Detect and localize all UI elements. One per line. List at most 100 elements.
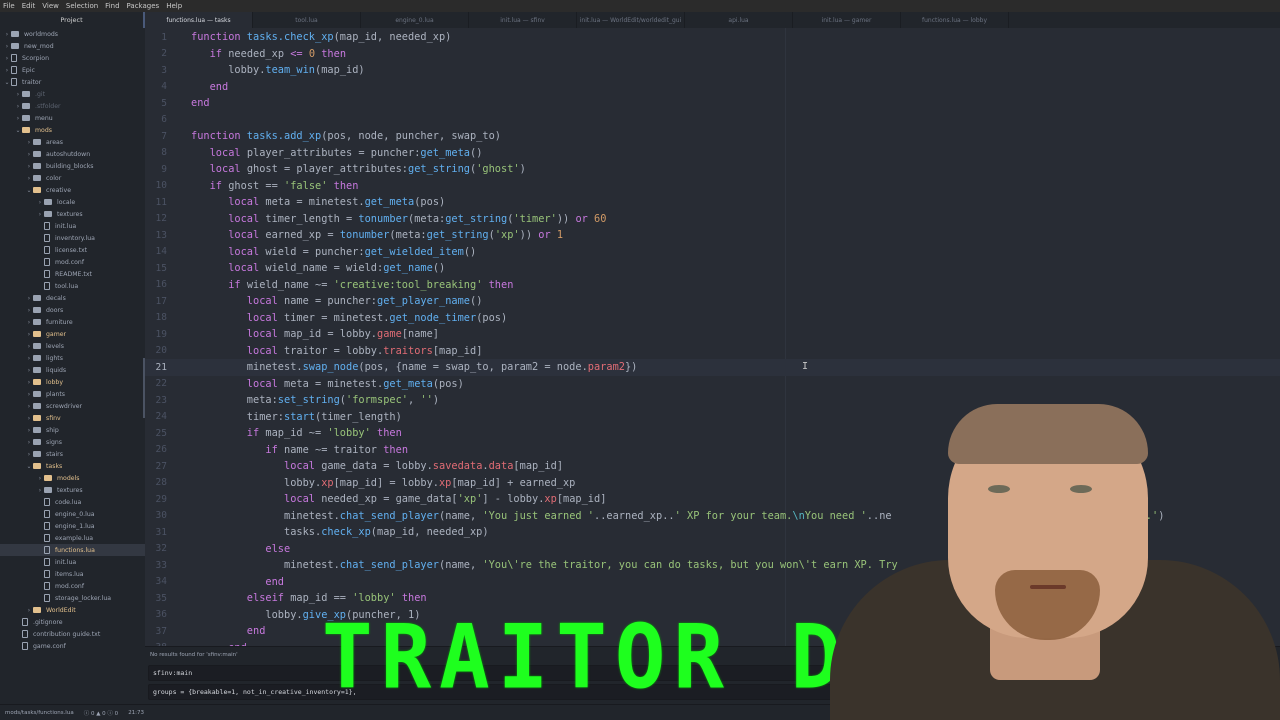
tree-item[interactable]: › Scorpion xyxy=(0,52,145,64)
editor-tab[interactable]: functions.lua — tasks xyxy=(145,12,253,28)
chevron-right-icon[interactable]: › xyxy=(25,427,33,434)
tree-item[interactable]: › areas xyxy=(0,136,145,148)
menu-find[interactable]: Find xyxy=(105,2,119,10)
tree-item[interactable]: .gitignore xyxy=(0,616,145,628)
tree-item[interactable]: storage_locker.lua xyxy=(0,592,145,604)
code-line[interactable]: 9 local ghost = player_attributes: get_st… xyxy=(145,161,1280,178)
tree-item[interactable]: › models xyxy=(0,472,145,484)
code-line[interactable]: 11 local meta = minetest. get_meta (pos) xyxy=(145,194,1280,211)
tree-item[interactable]: inventory.lua xyxy=(0,232,145,244)
tree-item[interactable]: › worldmods xyxy=(0,28,145,40)
code-line[interactable]: 5 end xyxy=(145,95,1280,112)
tree-item[interactable]: README.txt xyxy=(0,268,145,280)
tree-item[interactable]: › autoshutdown xyxy=(0,148,145,160)
code-line[interactable]: 17 local name = puncher: get_player_name(… xyxy=(145,293,1280,310)
tree-item[interactable]: › liquids xyxy=(0,364,145,376)
chevron-right-icon[interactable]: › xyxy=(36,199,44,206)
chevron-right-icon[interactable]: › xyxy=(25,163,33,170)
chevron-right-icon[interactable]: › xyxy=(25,415,33,422)
tree-item[interactable]: ⌄ traitor xyxy=(0,76,145,88)
chevron-right-icon[interactable]: › xyxy=(3,67,11,74)
tree-item[interactable]: › levels xyxy=(0,340,145,352)
code-line[interactable]: 1 function tasks.check_xp (map_id, needed_… xyxy=(145,29,1280,46)
status-cursor-position[interactable]: 21:73 xyxy=(128,710,144,716)
tree-item[interactable]: › lobby xyxy=(0,376,145,388)
tree-item[interactable]: init.lua xyxy=(0,556,145,568)
tree-item[interactable]: engine_1.lua xyxy=(0,520,145,532)
tree-item[interactable]: example.lua xyxy=(0,532,145,544)
tree-item[interactable]: mod.conf xyxy=(0,580,145,592)
editor-tab[interactable]: init.lua — WorldEdit/worldedit_gui xyxy=(577,12,685,28)
code-line[interactable]: 20 local traitor = lobby. traitors [map_id… xyxy=(145,343,1280,360)
tree-item[interactable]: contribution guide.txt xyxy=(0,628,145,640)
code-line[interactable]: 15 local wield_name = wield: get_name() xyxy=(145,260,1280,277)
tree-item[interactable]: › stairs xyxy=(0,448,145,460)
code-line[interactable]: 13 local earned_xp = tonumber (meta: get_s… xyxy=(145,227,1280,244)
code-line[interactable]: 14 local wield = puncher: get_wielded_ite… xyxy=(145,244,1280,261)
tree-item[interactable]: › doors xyxy=(0,304,145,316)
tree-item[interactable]: › lights xyxy=(0,352,145,364)
menu-view[interactable]: View xyxy=(42,2,59,10)
tree-item[interactable]: › gamer xyxy=(0,328,145,340)
tree-item[interactable]: functions.lua xyxy=(0,544,145,556)
chevron-right-icon[interactable]: › xyxy=(25,439,33,446)
chevron-down-icon[interactable]: ⌄ xyxy=(25,463,33,470)
tree-item[interactable]: tool.lua xyxy=(0,280,145,292)
chevron-right-icon[interactable]: › xyxy=(36,211,44,218)
tree-item[interactable]: › .git xyxy=(0,88,145,100)
tree-item[interactable]: game.conf xyxy=(0,640,145,652)
chevron-right-icon[interactable]: › xyxy=(25,331,33,338)
chevron-right-icon[interactable]: › xyxy=(36,475,44,482)
chevron-right-icon[interactable]: › xyxy=(25,307,33,314)
code-line[interactable]: 19 local map_id = lobby. game [name] xyxy=(145,326,1280,343)
chevron-right-icon[interactable]: › xyxy=(25,343,33,350)
chevron-right-icon[interactable]: › xyxy=(14,103,22,110)
tree-item[interactable]: › screwdriver xyxy=(0,400,145,412)
chevron-down-icon[interactable]: ⌄ xyxy=(3,79,11,86)
menu-packages[interactable]: Packages xyxy=(127,2,160,10)
tree-item[interactable]: › color xyxy=(0,172,145,184)
code-line[interactable]: 16 if wield_name ~= 'creative:tool_break… xyxy=(145,277,1280,294)
chevron-down-icon[interactable]: ⌄ xyxy=(25,187,33,194)
chevron-right-icon[interactable]: › xyxy=(25,295,33,302)
editor-tab[interactable]: init.lua — gamer xyxy=(793,12,901,28)
chevron-right-icon[interactable]: › xyxy=(3,43,11,50)
tree-item[interactable]: › building_blocks xyxy=(0,160,145,172)
chevron-right-icon[interactable]: › xyxy=(36,487,44,494)
chevron-right-icon[interactable]: › xyxy=(25,607,33,614)
code-line[interactable]: 3 lobby. team_win (map_id) xyxy=(145,62,1280,79)
status-file-path[interactable]: mods/tasks/functions.lua xyxy=(5,710,74,716)
code-line[interactable]: 8 local player_attributes = puncher: get_… xyxy=(145,145,1280,162)
tree-item[interactable]: › ship xyxy=(0,424,145,436)
tree-item[interactable]: mod.conf xyxy=(0,256,145,268)
tree-item[interactable]: license.txt xyxy=(0,244,145,256)
tree-item[interactable]: items.lua xyxy=(0,568,145,580)
tree-item[interactable]: engine_0.lua xyxy=(0,508,145,520)
editor-tab[interactable]: init.lua — sfinv xyxy=(469,12,577,28)
chevron-right-icon[interactable]: › xyxy=(25,319,33,326)
chevron-right-icon[interactable]: › xyxy=(25,175,33,182)
chevron-right-icon[interactable]: › xyxy=(25,355,33,362)
code-line[interactable]: 7 function tasks.add_xp (pos, node, punche… xyxy=(145,128,1280,145)
chevron-right-icon[interactable]: › xyxy=(25,379,33,386)
editor-tab[interactable]: tool.lua xyxy=(253,12,361,28)
tree-item[interactable]: › plants xyxy=(0,388,145,400)
tree-item[interactable]: › sfinv xyxy=(0,412,145,424)
tree-item[interactable]: ⌄ mods xyxy=(0,124,145,136)
tree-item[interactable]: › signs xyxy=(0,436,145,448)
status-diagnostics[interactable]: ⓘ 0 ▲ 0 ⓘ 0 xyxy=(84,709,118,717)
editor-tab[interactable]: functions.lua — lobby xyxy=(901,12,1009,28)
code-line[interactable]: 22 local meta = minetest. get_meta (pos) xyxy=(145,376,1280,393)
code-line[interactable]: 4 end xyxy=(145,79,1280,96)
tree-item[interactable]: › textures xyxy=(0,208,145,220)
tree-item[interactable]: › decals xyxy=(0,292,145,304)
chevron-right-icon[interactable]: › xyxy=(14,115,22,122)
editor-tab[interactable]: engine_0.lua xyxy=(361,12,469,28)
tree-item[interactable]: code.lua xyxy=(0,496,145,508)
code-line[interactable]: 21 minetest. swap_node (pos, {name = swap_… xyxy=(145,359,1280,376)
menu-help[interactable]: Help xyxy=(166,2,182,10)
tree-item[interactable]: › .stfolder xyxy=(0,100,145,112)
code-line[interactable]: 10 if ghost == 'false' then xyxy=(145,178,1280,195)
code-line[interactable]: 18 local timer = minetest. get_node_timer… xyxy=(145,310,1280,327)
tree-item[interactable]: › new_mod xyxy=(0,40,145,52)
